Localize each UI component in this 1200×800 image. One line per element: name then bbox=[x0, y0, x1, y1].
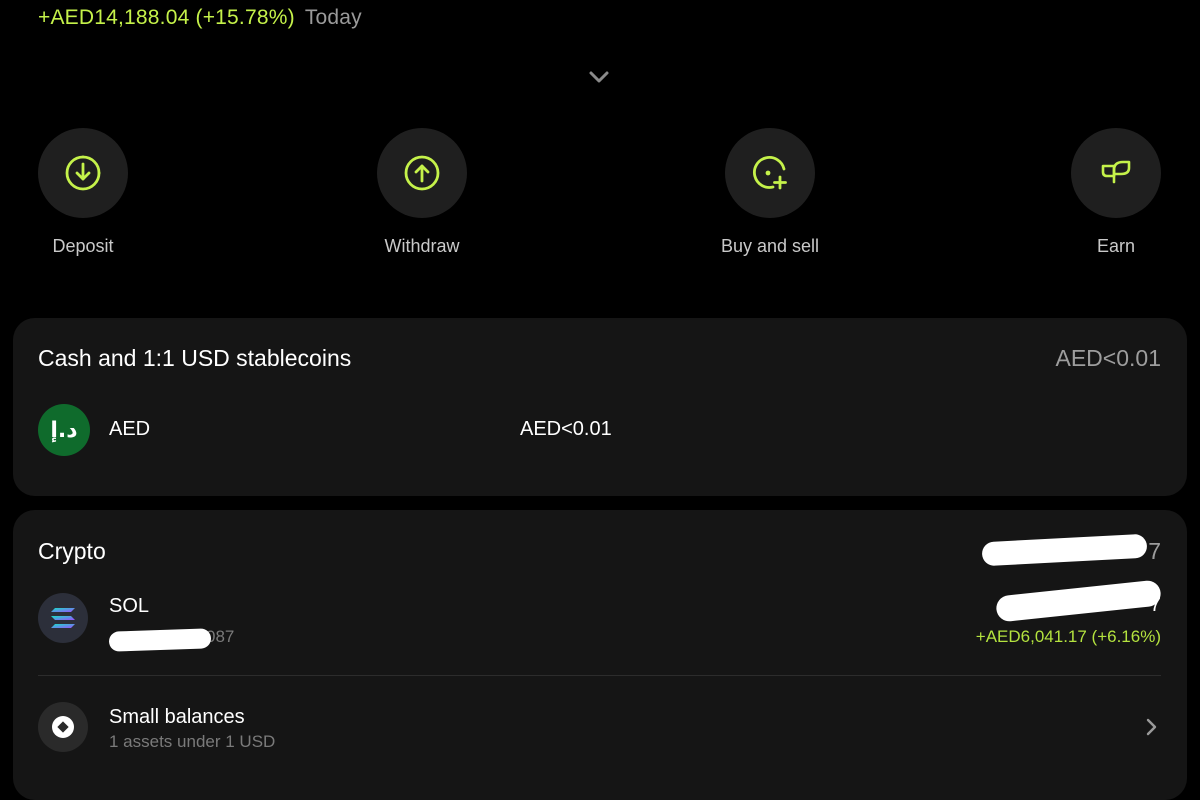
quick-actions: Deposit Withdraw Buy and sell Earn bbox=[0, 128, 1200, 268]
buy-and-sell-label: Buy and sell bbox=[720, 236, 820, 256]
portfolio-change-period: Today bbox=[304, 6, 362, 29]
asset-balance: AED<0.01 bbox=[520, 418, 612, 440]
portfolio-change-summary: +AED14,188.04 (+15.78%) Today bbox=[38, 6, 362, 30]
download-icon bbox=[38, 128, 128, 218]
divider bbox=[38, 675, 1161, 676]
redaction-mark bbox=[981, 533, 1148, 567]
coin-icon bbox=[38, 702, 88, 752]
chevron-right-icon bbox=[1145, 718, 1157, 741]
asset-symbol: SOL bbox=[109, 595, 150, 617]
crypto-section-title: Crypto bbox=[38, 538, 106, 564]
buy-and-sell-button[interactable]: Buy and sell bbox=[690, 128, 850, 257]
redaction-mark bbox=[995, 579, 1162, 623]
crypto-section-total: 7 bbox=[1148, 538, 1161, 564]
earn-button[interactable]: Earn bbox=[1036, 128, 1196, 257]
portfolio-change-amount: +AED14,188.04 (+15.78%) bbox=[38, 6, 295, 29]
deposit-label: Deposit bbox=[52, 236, 114, 256]
small-balances-subtitle: 1 assets under 1 USD bbox=[109, 732, 276, 751]
withdraw-button[interactable]: Withdraw bbox=[342, 128, 502, 257]
upload-icon bbox=[377, 128, 467, 218]
withdraw-label: Withdraw bbox=[384, 236, 460, 256]
cash-section-total: AED<0.01 bbox=[1055, 345, 1162, 371]
solana-coin-icon bbox=[38, 593, 88, 643]
cash-stablecoins-card: Cash and 1:1 USD stablecoins AED<0.01 د.… bbox=[13, 318, 1187, 496]
crypto-card: Crypto 7 SOL 087 7 +AED6,041.17 (+6.16%) bbox=[13, 510, 1187, 800]
sprout-icon bbox=[1071, 128, 1161, 218]
earn-label: Earn bbox=[1096, 236, 1136, 256]
cash-section-title: Cash and 1:1 USD stablecoins bbox=[38, 345, 352, 371]
asset-change: +AED6,041.17 (+6.16%) bbox=[975, 627, 1161, 646]
small-balances-title: Small balances bbox=[109, 706, 245, 728]
redaction-mark bbox=[108, 628, 212, 652]
asset-symbol: AED bbox=[109, 418, 151, 440]
chevron-down-icon[interactable] bbox=[586, 66, 612, 88]
buy-sell-icon bbox=[725, 128, 815, 218]
deposit-button[interactable]: Deposit bbox=[3, 128, 163, 257]
aed-coin-icon: د.إ bbox=[38, 404, 90, 456]
